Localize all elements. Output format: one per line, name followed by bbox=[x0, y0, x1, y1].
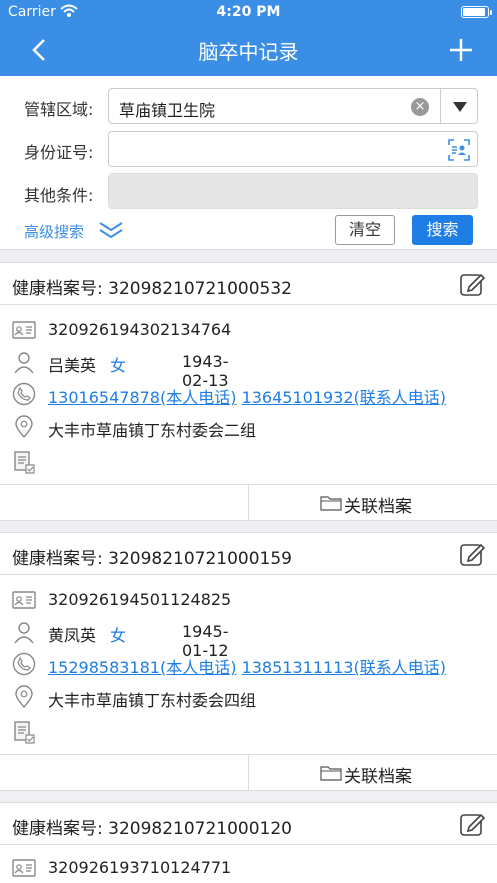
phone-self-link[interactable]: 13016547878(本人电话) bbox=[48, 388, 236, 407]
status-bar: Carrier 4:20 PM bbox=[0, 0, 497, 24]
phone-contact-link[interactable]: 13645101932(联系人电话) bbox=[242, 388, 446, 407]
edit-icon[interactable] bbox=[459, 271, 485, 297]
link-record-button[interactable]: 关联档案 bbox=[320, 492, 412, 517]
card-footer: 关联档案 bbox=[0, 754, 497, 790]
phone-icon bbox=[12, 382, 36, 406]
id-label: 身份证号: bbox=[24, 143, 94, 162]
id-number: 320926193710124771 bbox=[48, 858, 232, 877]
id-card-icon bbox=[12, 591, 36, 609]
footer-divider bbox=[248, 755, 249, 790]
card-header: 健康档案号: 32098210721000159 bbox=[0, 533, 497, 575]
region-value: 草庙镇卫生院 bbox=[119, 101, 216, 120]
dropdown-arrow-icon[interactable] bbox=[453, 102, 467, 112]
phone-self-link[interactable]: 15298583181(本人电话) bbox=[48, 658, 236, 677]
phone-numbers: 15298583181(本人电话) 13851311113(联系人电话) bbox=[48, 654, 446, 678]
region-label: 管辖区域: bbox=[24, 100, 94, 119]
search-button[interactable]: 搜索 bbox=[412, 215, 473, 245]
clear-icon[interactable]: × bbox=[411, 98, 429, 116]
add-icon[interactable] bbox=[445, 34, 477, 66]
health-record-number: 健康档案号: 32098210721000120 bbox=[12, 819, 293, 839]
chevron-down-icon[interactable] bbox=[98, 220, 124, 240]
person-name: 黄凤英 bbox=[48, 626, 97, 645]
id-scan-icon[interactable] bbox=[447, 138, 471, 162]
card-header: 健康档案号: 32098210721000120 bbox=[0, 803, 497, 845]
person-icon bbox=[14, 352, 34, 374]
id-card-icon bbox=[12, 859, 36, 877]
phone-contact-link[interactable]: 13851311113(联系人电话) bbox=[242, 658, 446, 677]
document-check-icon[interactable] bbox=[12, 450, 36, 474]
id-number: 320926194501124825 bbox=[48, 590, 232, 609]
health-record-number: 健康档案号: 32098210721000532 bbox=[12, 279, 293, 299]
record-card: 健康档案号: 32098210721000532 320926194302134… bbox=[0, 262, 497, 521]
other-label: 其他条件: bbox=[24, 186, 94, 205]
status-time: 4:20 PM bbox=[216, 4, 281, 20]
other-field[interactable] bbox=[108, 173, 478, 209]
edit-icon[interactable] bbox=[459, 541, 485, 567]
nav-bar: 脑卒中记录 bbox=[0, 24, 497, 76]
phone-icon bbox=[12, 652, 36, 676]
advanced-search-link[interactable]: 高级搜索 bbox=[24, 221, 84, 242]
clear-button[interactable]: 清空 bbox=[335, 215, 395, 245]
gender-label: 女 bbox=[110, 356, 127, 375]
card-header: 健康档案号: 32098210721000532 bbox=[0, 263, 497, 305]
id-input[interactable] bbox=[109, 132, 477, 166]
record-card: 健康档案号: 32098210721000120 320926193710124… bbox=[0, 802, 497, 883]
id-card-icon bbox=[12, 321, 36, 339]
document-check-icon[interactable] bbox=[12, 720, 36, 744]
footer-divider bbox=[248, 485, 249, 520]
address: 大丰市草庙镇丁东村委会四组 bbox=[48, 691, 257, 710]
record-card: 健康档案号: 32098210721000159 320926194501124… bbox=[0, 532, 497, 791]
id-field[interactable] bbox=[108, 131, 478, 167]
phone-numbers: 13016547878(本人电话) 13645101932(联系人电话) bbox=[48, 384, 446, 408]
location-pin-icon bbox=[15, 415, 33, 439]
battery-icon bbox=[461, 6, 492, 18]
link-record-button[interactable]: 关联档案 bbox=[320, 762, 412, 787]
location-pin-icon bbox=[15, 685, 33, 709]
id-number: 320926194302134764 bbox=[48, 320, 232, 339]
other-input[interactable] bbox=[109, 174, 477, 208]
dropdown-divider bbox=[440, 89, 441, 123]
search-panel: 管辖区域: 草庙镇卫生院 × 身份证号: 其他条件: 高级搜索 清空 搜索 bbox=[0, 76, 497, 250]
person-name: 吕美英 bbox=[48, 356, 97, 375]
health-record-number: 健康档案号: 32098210721000159 bbox=[12, 549, 293, 569]
address: 大丰市草庙镇丁东村委会二组 bbox=[48, 421, 257, 440]
region-select[interactable]: 草庙镇卫生院 × bbox=[108, 88, 478, 124]
page-title: 脑卒中记录 bbox=[198, 40, 299, 64]
gender-label: 女 bbox=[110, 626, 127, 645]
person-icon bbox=[14, 622, 34, 644]
card-footer: 关联档案 bbox=[0, 484, 497, 520]
edit-icon[interactable] bbox=[459, 811, 485, 837]
